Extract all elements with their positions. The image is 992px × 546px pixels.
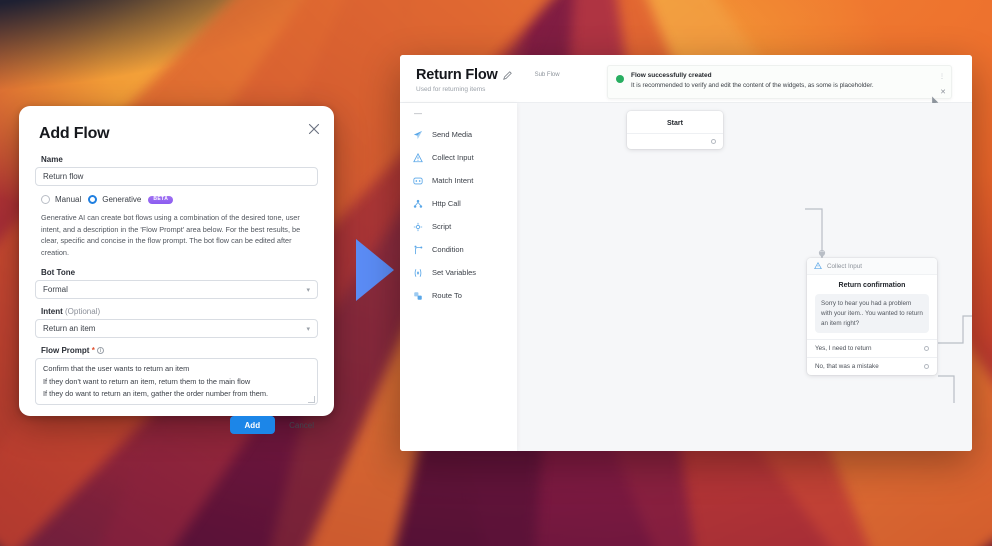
radio-manual[interactable]: Manual (41, 195, 81, 204)
toast-title: Flow successfully created (631, 72, 712, 79)
bot-tone-label: Bot Tone (41, 268, 76, 278)
radio-generative-indicator (88, 195, 98, 204)
sidebar-item-set-variables[interactable]: Set Variables (400, 261, 517, 284)
name-label: Name (41, 155, 63, 164)
success-toast: Flow successfully created It is recommen… (607, 65, 952, 99)
info-icon[interactable]: i (97, 347, 105, 355)
sidebar-item-collect-input[interactable]: Collect Input (400, 146, 517, 169)
success-status-dot (616, 75, 624, 83)
flow-prompt-label-text: Flow Prompt (41, 346, 90, 356)
condition-icon (412, 244, 423, 255)
flow-prompt-field-group: Flow Prompt * i Confirm that the user wa… (35, 346, 318, 406)
node-title: Return confirmation (838, 282, 906, 289)
bot-tone-select[interactable]: Formal ▾ (35, 280, 318, 300)
intent-select[interactable]: Return an item ▾ (35, 319, 318, 339)
node-choice[interactable]: No, that was a mistake (807, 357, 937, 375)
name-input[interactable]: Return flow (35, 167, 318, 186)
node-choice-label: No, that was a mistake (815, 363, 879, 371)
sidebar-item-label: Route To (432, 291, 462, 300)
collect-input-icon (412, 152, 423, 163)
dialog-title: Add Flow (39, 125, 110, 142)
sidebar-item-label: Match Intent (432, 176, 474, 185)
required-asterisk: * (91, 346, 95, 356)
radio-manual-indicator (41, 195, 50, 204)
output-port[interactable] (924, 346, 929, 352)
sidebar-item-match-intent[interactable]: Match Intent (400, 169, 517, 192)
sub-flow-label: Sub Flow (534, 72, 560, 78)
close-icon[interactable] (307, 122, 321, 136)
bot-tone-field-group: Bot Tone Formal ▾ (35, 268, 318, 300)
start-node-row[interactable] (627, 133, 723, 149)
sidebar-item-label: Condition (432, 245, 464, 254)
node-type-header: Collect Input (807, 258, 937, 275)
chevron-down-icon: ▾ (306, 325, 310, 333)
add-flow-dialog: Add Flow Name Return flow Manual Generat… (19, 106, 334, 435)
toast-close-icon[interactable]: ✕ (940, 88, 946, 96)
radio-manual-label: Manual (55, 195, 82, 204)
flow-prompt-label: Flow Prompt * i (41, 346, 318, 355)
flow-canvas[interactable]: Start Collect Input Return confirmation … (517, 103, 972, 451)
http-call-icon (412, 198, 423, 209)
sidebar-item-label: Set Variables (432, 268, 477, 277)
set-variables-icon (412, 267, 423, 278)
flow-title: Return Flow (416, 67, 498, 83)
mode-radio-group: Manual Generative BETA (41, 195, 318, 204)
sidebar-item-label: Http Call (432, 199, 461, 208)
flow-prompt-textarea[interactable]: Confirm that the user wants to return an… (35, 358, 318, 406)
flow-editor-window: Return Flow Used for returning items Sub… (400, 55, 972, 451)
node-return-confirmation[interactable]: Collect Input Return confirmation Sorry … (807, 258, 937, 376)
intent-value: Return an item (43, 324, 96, 334)
dialog-actions: Add Cancel (35, 416, 318, 435)
node-message: Sorry to hear you had a problem with you… (815, 294, 929, 334)
transition-arrow-icon (356, 239, 394, 301)
cancel-button[interactable]: Cancel (289, 421, 314, 430)
pencil-icon[interactable] (502, 70, 512, 80)
toast-body: It is recommended to verify and edit the… (631, 82, 874, 89)
flow-prompt-value: Confirm that the user wants to return an… (43, 364, 269, 399)
sidebar-item-route-to[interactable]: Route To (400, 284, 517, 307)
node-choice-label: Yes, I need to return (815, 345, 872, 353)
radio-generative-label: Generative (102, 195, 142, 204)
widget-sidebar: — Send Media Collect Input Match Intent Htt… (400, 103, 517, 451)
script-icon (412, 221, 423, 232)
sidebar-item-http-call[interactable]: Http Call (400, 192, 517, 215)
intent-label-text: Intent (41, 307, 63, 317)
name-field-group: Name Return flow (35, 155, 318, 186)
flow-body: — Send Media Collect Input Match Intent Htt… (400, 103, 972, 451)
node-choice[interactable]: Yes, I need to return (807, 339, 937, 357)
output-port[interactable] (924, 364, 929, 370)
match-intent-icon (412, 175, 423, 186)
resize-grip-icon[interactable] (308, 396, 315, 404)
intent-optional-text: (Optional) (65, 307, 101, 317)
sidebar-item-label: Script (432, 222, 452, 231)
sidebar-item-condition[interactable]: Condition (400, 238, 517, 261)
add-button[interactable]: Add (229, 416, 276, 435)
flow-header: Return Flow Used for returning items Sub… (400, 55, 972, 107)
collapse-icon[interactable]: — (414, 109, 517, 118)
beta-badge: BETA (148, 195, 174, 204)
intent-field-group: Intent (Optional) Return an item ▾ (35, 307, 318, 339)
send-media-icon (412, 129, 423, 140)
sidebar-item-script[interactable]: Script (400, 215, 517, 238)
bot-tone-value: Formal (43, 285, 68, 295)
sidebar-item-send-media[interactable]: Send Media (400, 123, 517, 146)
collect-input-icon (814, 262, 822, 270)
radio-generative[interactable]: Generative BETA (88, 195, 174, 204)
sidebar-item-label: Collect Input (432, 153, 474, 162)
start-node-title: Start (667, 120, 683, 127)
node-start[interactable]: Start (627, 111, 723, 149)
chevron-down-icon: ▾ (306, 286, 310, 294)
route-to-icon (412, 290, 423, 301)
flow-subtitle: Used for returning items (416, 86, 486, 93)
node-type-label: Collect Input (827, 262, 863, 270)
output-port[interactable] (711, 139, 716, 144)
intent-label: Intent (Optional) (41, 307, 318, 316)
sidebar-item-label: Send Media (432, 130, 473, 139)
generative-help-text: Generative AI can create bot flows using… (41, 213, 301, 257)
toast-menu-icon[interactable]: ⋮ (939, 73, 945, 80)
